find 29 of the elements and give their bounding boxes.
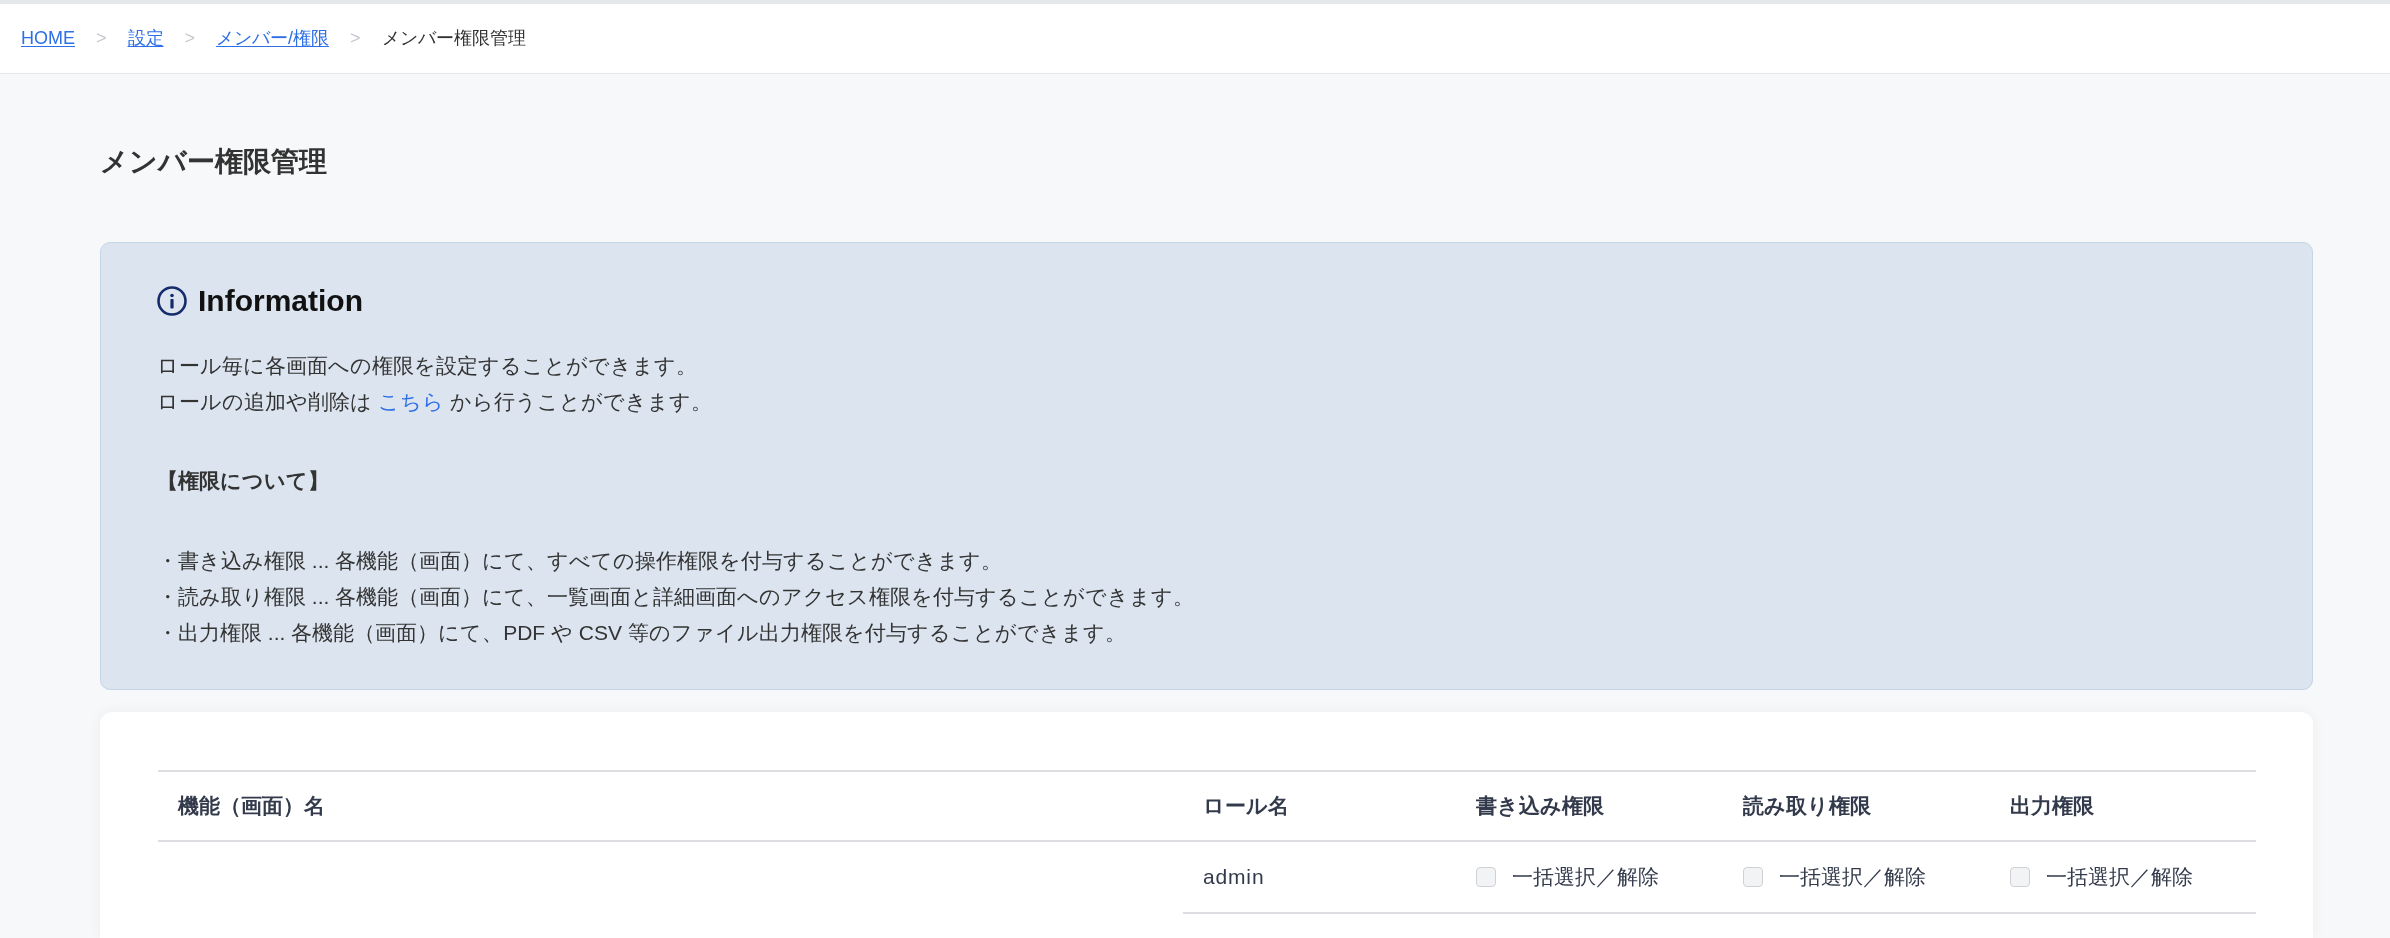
permission-description: ・読み取り権限 ... 各機能（画面）にて、一覧画面と詳細画面へのアクセス権限を付与することができます。 [157, 584, 1195, 610]
breadcrumb-separator: > [96, 27, 107, 50]
breadcrumb-link[interactable]: 設定 [127, 25, 164, 52]
breadcrumb-separator: > [350, 27, 361, 50]
checkbox-label[interactable]: 一括選択／解除 [1512, 861, 1659, 893]
checkbox[interactable] [2010, 867, 2030, 887]
column-header: 出力権限 [2010, 793, 2094, 820]
section-heading: 【権限について】 [157, 468, 329, 494]
breadcrumb-link[interactable]: HOME [21, 25, 75, 52]
info-title: Information [198, 283, 363, 319]
column-header: ロール名 [1203, 793, 1289, 820]
role-name: admin [1203, 864, 1265, 891]
info-text: ロールの追加や削除は こちら から行うことができます。 [157, 389, 712, 415]
info-text: ロール毎に各画面への権限を設定することができます。 [157, 353, 697, 379]
permission-description: ・出力権限 ... 各機能（画面）にて、PDF や CSV 等のファイル出力権限を付与することができます。 [157, 620, 1126, 646]
column-header: 機能（画面）名 [178, 793, 325, 820]
checkbox[interactable] [1476, 867, 1496, 887]
breadcrumb-link[interactable]: メンバー/権限 [216, 25, 330, 52]
checkbox-label[interactable]: 一括選択／解除 [2046, 861, 2193, 893]
permission-description: ・書き込み権限 ... 各機能（画面）にて、すべての操作権限を付与することができます。 [157, 548, 1003, 574]
role-settings-link[interactable]: こちら [377, 390, 444, 413]
checkbox[interactable] [1743, 867, 1763, 887]
column-header: 読み取り権限 [1743, 793, 1871, 820]
breadcrumb-separator: > [184, 27, 196, 50]
checkbox-label[interactable]: 一括選択／解除 [1779, 861, 1926, 893]
info-icon [157, 286, 187, 316]
page-title: メンバー権限管理 [100, 145, 327, 179]
breadcrumb-current: メンバー権限管理 [381, 27, 526, 50]
column-header: 書き込み権限 [1476, 793, 1604, 820]
